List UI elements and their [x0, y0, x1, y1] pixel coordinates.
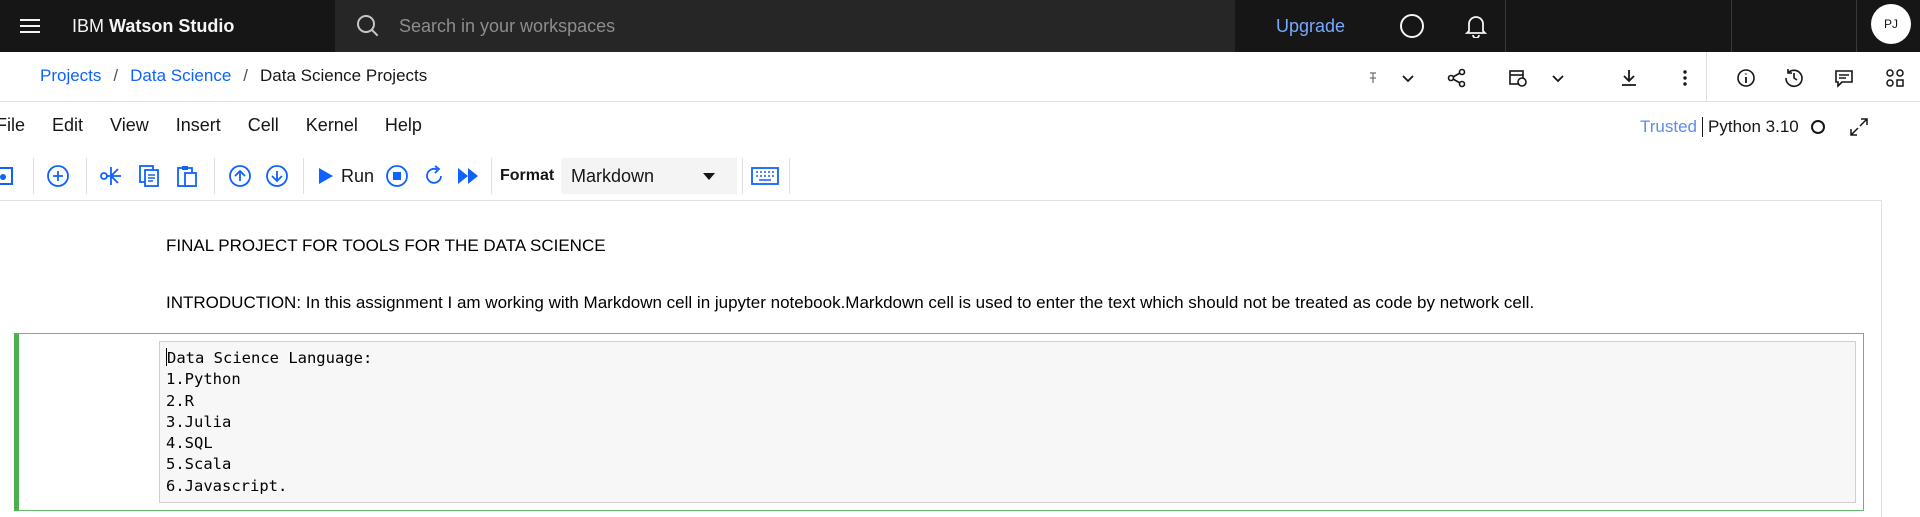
trusted-indicator[interactable]: Trusted	[1640, 117, 1697, 137]
menu-insert[interactable]: Insert	[176, 115, 221, 143]
paste-icon[interactable]	[175, 164, 199, 188]
toolbar-divider	[33, 158, 34, 194]
account-switcher[interactable]: Priya Jha's Account	[1524, 0, 1706, 52]
breadcrumb-projects[interactable]: Projects	[40, 66, 101, 86]
cell-format-select[interactable]: Markdown	[561, 158, 737, 194]
cell-format-value: Markdown	[571, 165, 655, 186]
toolbar-divider	[303, 158, 304, 194]
breadcrumb: Projects / Data Science / Data Science P…	[40, 66, 427, 86]
notebook-top-border	[0, 200, 1882, 201]
move-down-icon[interactable]	[265, 164, 289, 188]
pin-icon[interactable]	[1361, 66, 1385, 90]
code-line: 1.Python	[166, 370, 241, 389]
info-icon[interactable]	[1734, 66, 1758, 90]
breadcrumb-data-science[interactable]: Data Science	[130, 66, 231, 86]
notebook-toolbar: Run Format Markdown	[0, 158, 790, 194]
toolbar-divider	[1706, 52, 1707, 102]
fast-forward-icon[interactable]	[456, 164, 480, 188]
cell-editor[interactable]: Data Science Language: 1.Python 2.R 3.Ju…	[159, 341, 1856, 503]
format-label: Format	[500, 167, 555, 184]
schedule-icon[interactable]	[1506, 66, 1530, 90]
markdown-cell-introduction[interactable]: INTRODUCTION: In this assignment I am wo…	[166, 293, 1534, 313]
code-line-text: Data Science Language:	[167, 349, 373, 367]
copy-icon[interactable]	[137, 164, 161, 188]
breadcrumb-separator: /	[113, 66, 119, 85]
save-icon[interactable]	[0, 164, 16, 188]
kernel-name[interactable]: Python 3.10	[1708, 117, 1799, 137]
toolbar-divider	[491, 158, 492, 194]
search-icon	[355, 13, 381, 39]
menu-cell[interactable]: Cell	[248, 115, 279, 143]
notification-bell-icon[interactable]	[1462, 12, 1490, 40]
notebook-menubar: File Edit View Insert Cell Kernel Help	[0, 115, 449, 143]
caret-down-icon	[703, 173, 715, 180]
global-search	[335, 0, 1235, 52]
code-line: 4.SQL	[166, 434, 213, 453]
menu-help[interactable]: Help	[385, 115, 422, 143]
code-line: 2.R	[166, 391, 194, 410]
brand-name: Watson Studio	[109, 15, 235, 36]
code-line: 3.Julia	[166, 412, 232, 431]
restart-icon[interactable]	[422, 164, 446, 188]
keyboard-icon[interactable]	[750, 164, 780, 188]
history-icon[interactable]	[1782, 66, 1806, 90]
chevron-down-icon[interactable]	[1546, 66, 1570, 90]
cut-icon[interactable]	[99, 164, 123, 188]
toolbar-divider	[86, 158, 87, 194]
toolbar-divider	[214, 158, 215, 194]
run-button[interactable]: Run	[341, 166, 374, 187]
comment-icon[interactable]	[1832, 66, 1856, 90]
run-icon[interactable]	[314, 164, 338, 188]
search-input[interactable]	[399, 15, 999, 37]
kernel-idle-icon	[1810, 120, 1825, 134]
menu-file[interactable]: File	[0, 115, 25, 143]
menu-kernel[interactable]: Kernel	[306, 115, 358, 143]
apps-icon[interactable]	[1883, 66, 1907, 90]
header-divider	[1731, 0, 1732, 52]
code-line: Data Science Language:	[166, 348, 1849, 369]
notebook-right-border	[1881, 200, 1882, 517]
menu-edit[interactable]: Edit	[52, 115, 83, 143]
upgrade-link[interactable]: Upgrade	[1276, 0, 1345, 52]
chevron-down-icon[interactable]	[1396, 66, 1420, 90]
share-icon[interactable]	[1445, 66, 1469, 90]
help-icon[interactable]: ?	[1400, 14, 1424, 38]
toolbar-divider	[742, 158, 743, 194]
kernel-separator	[1702, 117, 1704, 137]
download-icon[interactable]	[1617, 66, 1641, 90]
move-up-icon[interactable]	[228, 164, 252, 188]
add-cell-icon[interactable]	[46, 164, 70, 188]
code-line: 5.Scala	[166, 455, 232, 474]
region-switcher[interactable]: London	[1751, 0, 1836, 52]
code-line: 6.Javascript.	[166, 476, 288, 495]
chevron-down-icon	[1692, 17, 1706, 30]
markdown-cell-title[interactable]: FINAL PROJECT FOR TOOLS FOR THE DATA SCI…	[166, 236, 606, 256]
avatar[interactable]: PJ	[1871, 4, 1911, 44]
chevron-down-icon	[1823, 17, 1836, 30]
region-label: London	[1751, 15, 1812, 36]
brand-prefix: IBM	[72, 15, 105, 36]
menu-icon[interactable]	[0, 0, 60, 52]
header-divider	[1505, 0, 1506, 52]
stop-icon[interactable]	[385, 164, 409, 188]
overflow-menu-icon[interactable]	[1673, 66, 1697, 90]
toolbar-divider	[789, 158, 790, 194]
header-divider	[1856, 0, 1857, 52]
breadcrumb-current: Data Science Projects	[260, 66, 428, 85]
kernel-status: Trusted Python 3.10	[1640, 117, 1825, 137]
menu-view[interactable]: View	[110, 115, 149, 143]
brand-title[interactable]: IBM Watson Studio	[60, 16, 335, 37]
account-label: Priya Jha's Account	[1524, 15, 1681, 36]
breadcrumb-separator: /	[243, 66, 249, 85]
expand-icon[interactable]	[1848, 116, 1870, 138]
